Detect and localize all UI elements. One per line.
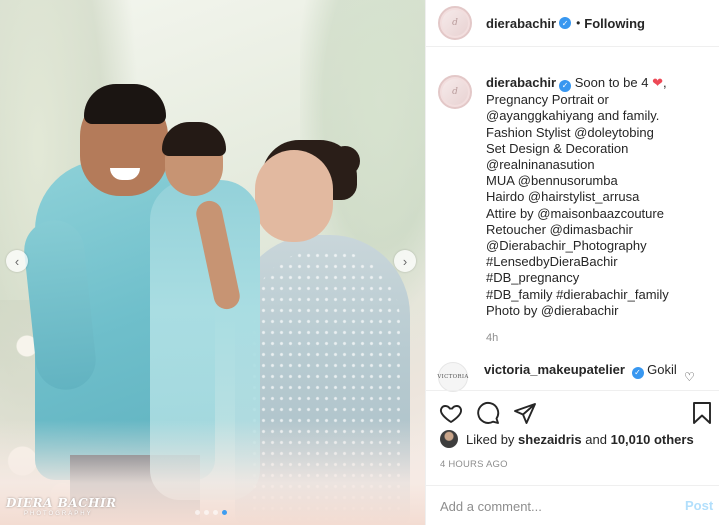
woman-hair-bun (330, 146, 360, 176)
verified-badge-icon: ✓ (559, 17, 572, 29)
following-button[interactable]: Following (584, 16, 645, 31)
liker-username[interactable]: shezaidris (518, 432, 582, 447)
verified-badge-icon: ✓ (631, 367, 644, 379)
chevron-left-icon[interactable]: ‹ (6, 250, 28, 272)
header-username[interactable]: dierabachir (486, 16, 556, 31)
post-photo[interactable]: ‹ › DIERA BACHIR PHOTOGRAPHY (0, 0, 425, 525)
post-date[interactable]: 4 HOURS AGO (440, 459, 508, 470)
caption-line[interactable]: Fashion Stylist @doleytobing (486, 125, 714, 141)
caption-timestamp[interactable]: 4h (486, 332, 498, 344)
post-caption: d dierabachir ✓ Soon to be 4 ❤, Pregnancy… (438, 75, 714, 319)
avatar[interactable]: d (438, 6, 472, 40)
post-header: d dierabachir ✓ • Following (426, 0, 719, 47)
comment-avatar[interactable]: VICTORIA (437, 362, 469, 392)
add-comment-bar: Post (426, 485, 719, 525)
comment-avatar-logo: VICTORIA (437, 374, 469, 380)
avatar-image: d (442, 79, 468, 105)
post-side-panel: d dierabachir ✓ • Following d dierabachi… (425, 0, 719, 525)
avatar-logo: d (452, 87, 458, 97)
caption-line[interactable]: Attire by @maisonbaazcouture (486, 206, 714, 222)
caption-body: dierabachir ✓ Soon to be 4 ❤, Pregnancy P… (486, 75, 714, 319)
post-button[interactable]: Post (685, 498, 713, 513)
avatar-image: d (442, 10, 468, 36)
carousel-dot[interactable] (195, 510, 200, 515)
red-heart-emoji-icon: ❤ (652, 75, 663, 90)
bookmark-icon-svg (693, 402, 711, 424)
likes-prefix: Liked by (466, 431, 515, 447)
comment-icon-svg (477, 402, 500, 424)
watermark-subtitle: PHOTOGRAPHY (24, 511, 93, 517)
likes-middle: and (585, 431, 607, 447)
carousel-dot-active[interactable] (222, 510, 227, 515)
man-hair (84, 84, 166, 124)
verified-badge-icon: ✓ (559, 80, 572, 93)
caption-line[interactable]: Hairdo @hairstylist_arrusa (486, 189, 714, 205)
comment-username[interactable]: victoria_makeupatelier (484, 362, 625, 377)
share-icon-svg (514, 403, 536, 424)
heart-icon[interactable] (438, 400, 464, 426)
comment-text: Gokil (647, 362, 677, 377)
caption-avatar[interactable]: d (438, 75, 472, 109)
caption-line: Pregnancy Portrait or (486, 92, 609, 108)
caption-line-mention[interactable]: @Dierabachir_Photography (486, 238, 714, 254)
liker-avatar[interactable] (440, 430, 458, 448)
carousel-dots (195, 510, 227, 515)
caption-line[interactable]: Photo by @dierabachir (486, 303, 714, 319)
comment-like-heart-icon[interactable]: ♡ (684, 370, 695, 384)
heart-icon-svg (440, 405, 462, 423)
watermark-title: DIERA BACHIR (6, 496, 117, 510)
carousel-dot[interactable] (204, 510, 209, 515)
comment-item: VICTORIA victoria_makeupatelier ✓ Gokil (437, 362, 718, 392)
caption-line-mention[interactable]: @ayanggkahiyang and family. (486, 108, 714, 124)
comment-input[interactable] (440, 496, 660, 516)
caption-line[interactable]: Retoucher @dimasbachir (486, 222, 714, 238)
likes-count[interactable]: 10,010 others (611, 432, 694, 447)
avatar-logo: d (452, 18, 458, 28)
comment-icon[interactable] (475, 400, 501, 426)
comment-body: victoria_makeupatelier ✓ Gokil (484, 362, 677, 392)
caption-line-mention[interactable]: @realninanasution (486, 157, 714, 173)
caption-hashtag[interactable]: #DB_pregnancy (486, 270, 714, 286)
caption-hashtag[interactable]: #DB_family #dierabachir_family (486, 287, 714, 303)
instagram-post: ‹ › DIERA BACHIR PHOTOGRAPHY d dierabach… (0, 0, 719, 525)
header-separator: • (576, 16, 581, 30)
caption-hashtag[interactable]: #LensedbyDieraBachir (486, 254, 714, 270)
chevron-right-icon[interactable]: › (394, 250, 416, 272)
woman-face (255, 150, 333, 242)
girl-hair (162, 122, 226, 156)
caption-first-line: dierabachir ✓ Soon to be 4 ❤, (486, 75, 714, 93)
share-icon[interactable] (512, 400, 538, 426)
likes-summary: Liked by shezaidris and 10,010 others (440, 430, 694, 448)
caption-line: Set Design & Decoration (486, 140, 629, 156)
carousel-dot[interactable] (213, 510, 218, 515)
caption-username[interactable]: dierabachir (486, 75, 556, 90)
bookmark-icon[interactable] (689, 400, 715, 426)
caption-line[interactable]: MUA @bennusorumba (486, 173, 714, 189)
caption-line: Soon to be 4 (574, 75, 649, 90)
photographer-watermark: DIERA BACHIR PHOTOGRAPHY (6, 496, 117, 517)
